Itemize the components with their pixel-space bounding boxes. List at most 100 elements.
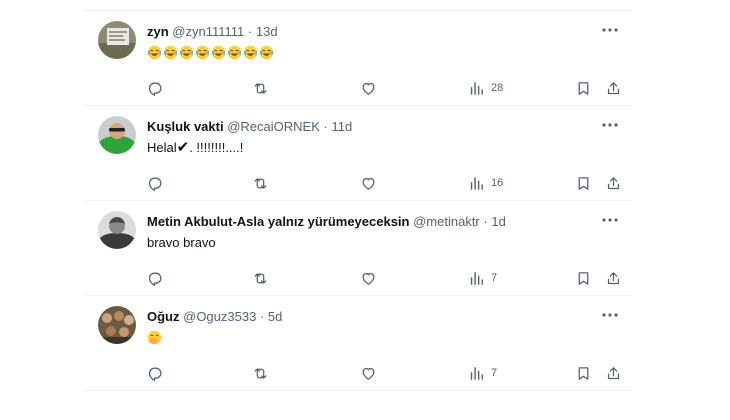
heart-icon [362, 272, 375, 285]
face-with-tears-of-joy-icon [243, 45, 258, 60]
tweet[interactable]: Oğuz @Oguz3533 · 5d 7 [84, 296, 632, 389]
more-button[interactable] [600, 211, 620, 229]
display-name[interactable]: zyn [147, 24, 169, 39]
heart-icon [362, 82, 375, 95]
bookmark-button[interactable] [575, 267, 592, 289]
separator-dot: · [259, 309, 265, 324]
analytics-icon [470, 81, 483, 95]
separator-dot: · [323, 119, 328, 134]
heart-icon [362, 177, 375, 190]
reply-thread: zyn @zyn111111 · 13d 28 Kuşluk vakti @Re… [0, 0, 730, 420]
tweet-text-end: . !!!!!!!!....! [189, 140, 244, 155]
views-button[interactable]: 7 [468, 267, 497, 289]
tweet-text: Helal✔. !!!!!!!!....! [147, 139, 592, 157]
avatar-image [98, 21, 136, 59]
face-with-hand-over-mouth-icon [147, 330, 162, 345]
display-name[interactable]: Kuşluk vakti [147, 119, 224, 134]
tweet-text-start: Helal [147, 140, 177, 155]
more-button[interactable] [600, 116, 620, 134]
share-button[interactable] [605, 172, 622, 194]
share-icon [607, 81, 620, 94]
retweet-button[interactable] [252, 77, 269, 99]
retweet-icon [254, 367, 267, 379]
share-button[interactable] [605, 362, 622, 384]
tweet-text [147, 330, 592, 350]
bookmark-button[interactable] [575, 362, 592, 384]
retweet-icon [254, 82, 267, 94]
avatar[interactable] [98, 306, 136, 344]
separator-dot: · [247, 24, 253, 39]
user-handle[interactable]: @Oguz3533 [183, 309, 256, 324]
more-dots-icon [602, 28, 618, 32]
reply-icon [148, 82, 162, 96]
more-dots-icon [602, 123, 618, 127]
tweet-text [147, 45, 592, 60]
bookmark-icon [578, 176, 589, 190]
timestamp[interactable]: 11d [331, 119, 352, 134]
user-handle[interactable]: @RecaiORNEK [227, 119, 320, 134]
check-mark-icon: ✔ [176, 139, 190, 156]
emoji-row [147, 45, 592, 60]
separator [84, 390, 632, 391]
display-name[interactable]: Oğuz [147, 309, 180, 324]
bookmark-button[interactable] [575, 172, 592, 194]
avatar[interactable] [98, 116, 136, 154]
tweet-header: Metin Akbulut-Asla yalnız yürümeyeceksin… [147, 213, 592, 231]
tweet[interactable]: zyn @zyn111111 · 13d 28 [84, 11, 632, 104]
face-with-tears-of-joy-icon [163, 45, 178, 60]
views-button[interactable]: 7 [468, 362, 497, 384]
face-with-tears-of-joy-icon [259, 45, 274, 60]
reply-button[interactable] [146, 362, 163, 384]
tweet-text: bravo bravo [147, 235, 216, 250]
bookmark-button[interactable] [575, 77, 592, 99]
retweet-button[interactable] [252, 172, 269, 194]
timestamp[interactable]: 1d [491, 214, 505, 229]
share-icon [607, 366, 620, 379]
view-count: 28 [491, 82, 504, 94]
reply-button[interactable] [146, 172, 163, 194]
reply-icon [148, 272, 162, 286]
timestamp[interactable]: 5d [268, 309, 282, 324]
display-name[interactable]: Metin Akbulut-Asla yalnız yürümeyeceksin [147, 214, 409, 229]
timestamp[interactable]: 13d [256, 24, 278, 39]
avatar[interactable] [98, 21, 136, 59]
avatar[interactable] [98, 211, 136, 249]
analytics-icon [470, 176, 483, 190]
retweet-button[interactable] [252, 267, 269, 289]
face-with-tears-of-joy-icon [211, 45, 226, 60]
view-count: 16 [491, 177, 504, 189]
like-button[interactable] [360, 267, 377, 289]
bookmark-icon [578, 366, 589, 380]
share-button[interactable] [605, 77, 622, 99]
retweet-button[interactable] [252, 362, 269, 384]
face-with-tears-of-joy-icon [147, 45, 162, 60]
reply-icon [148, 177, 162, 191]
tweet-header: Kuşluk vakti @RecaiORNEK · 11d [147, 118, 592, 136]
views-button[interactable]: 16 [468, 172, 503, 194]
user-handle[interactable]: @metinaktr [413, 214, 480, 229]
avatar-image [98, 306, 136, 344]
face-with-tears-of-joy-icon [227, 45, 242, 60]
more-dots-icon [602, 218, 618, 222]
more-button[interactable] [600, 21, 620, 39]
user-handle[interactable]: @zyn111111 [172, 24, 244, 39]
action-bar: 16 [84, 172, 632, 194]
like-button[interactable] [360, 362, 377, 384]
heart-icon [362, 367, 375, 380]
bookmark-icon [578, 81, 589, 95]
more-button[interactable] [600, 306, 620, 324]
reply-button[interactable] [146, 267, 163, 289]
tweet[interactable]: Metin Akbulut-Asla yalnız yürümeyeceksin… [84, 201, 632, 294]
face-with-tears-of-joy-icon [195, 45, 210, 60]
action-bar: 7 [84, 362, 632, 384]
like-button[interactable] [360, 77, 377, 99]
more-dots-icon [602, 313, 618, 317]
views-button[interactable]: 28 [468, 77, 503, 99]
avatar-image [98, 116, 136, 154]
reply-button[interactable] [146, 77, 163, 99]
retweet-icon [254, 177, 267, 189]
bookmark-icon [578, 271, 589, 285]
like-button[interactable] [360, 172, 377, 194]
share-button[interactable] [605, 267, 622, 289]
tweet[interactable]: Kuşluk vakti @RecaiORNEK · 11d Helal✔. !… [84, 106, 632, 199]
